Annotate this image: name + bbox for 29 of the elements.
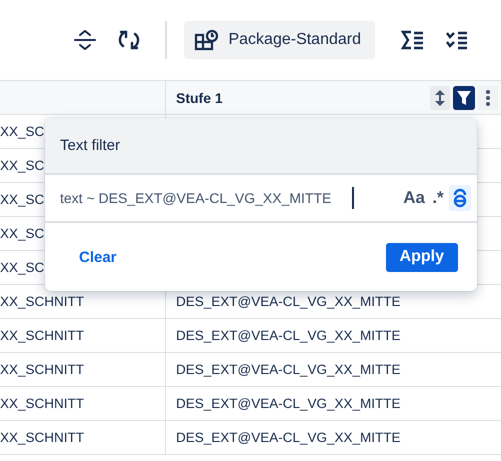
table-cell: XX_SC bbox=[0, 192, 44, 207]
table-cell: XX_SCHNITT bbox=[0, 328, 84, 343]
table-cell: DES_EXT@VEA-CL_VG_XX_MITTE bbox=[176, 430, 401, 445]
view-selector-button[interactable]: Package-Standard bbox=[184, 21, 375, 59]
table-cell: XX_SCHNITT bbox=[0, 396, 84, 411]
table-cell: DES_EXT@VEA-CL_VG_XX_MITTE bbox=[176, 294, 401, 309]
more-icon[interactable] bbox=[478, 86, 498, 110]
layout-clock-icon bbox=[194, 29, 220, 51]
table-cell: DES_EXT@VEA-CL_VG_XX_MITTE bbox=[176, 396, 401, 411]
filter-input[interactable]: text ~ DES_EXT@VEA-CL_VG_XX_MITTE bbox=[60, 187, 354, 209]
expand-collapse-icon[interactable] bbox=[72, 27, 98, 53]
table-cell: XX_SCHNITT bbox=[0, 294, 84, 309]
whole-word-icon[interactable] bbox=[449, 185, 471, 211]
table-cell: XX_SC bbox=[0, 158, 44, 173]
table-cell: XX_SC bbox=[0, 226, 44, 241]
column-header[interactable]: Stufe 1 bbox=[176, 90, 223, 106]
filter-option[interactable]: Aa bbox=[401, 185, 427, 211]
table-cell: DES_EXT@VEA-CL_VG_XX_MITTE bbox=[176, 362, 401, 377]
filter-option[interactable]: .* bbox=[427, 185, 449, 211]
table-cell: XX_SCHNITT bbox=[0, 362, 84, 377]
table-cell: XX_SC bbox=[0, 260, 44, 275]
table-cell: XX_SC bbox=[0, 124, 44, 139]
table-cell: DES_EXT@VEA-CL_VG_XX_MITTE bbox=[176, 328, 401, 343]
clear-link[interactable]: Clear bbox=[67, 244, 129, 270]
table-cell: XX_SCHNITT bbox=[0, 430, 84, 445]
apply-button[interactable]: Apply bbox=[386, 242, 458, 272]
sort-icon[interactable] bbox=[430, 86, 450, 110]
popup-title: Text filter bbox=[60, 137, 120, 154]
filter-icon[interactable] bbox=[453, 86, 475, 110]
